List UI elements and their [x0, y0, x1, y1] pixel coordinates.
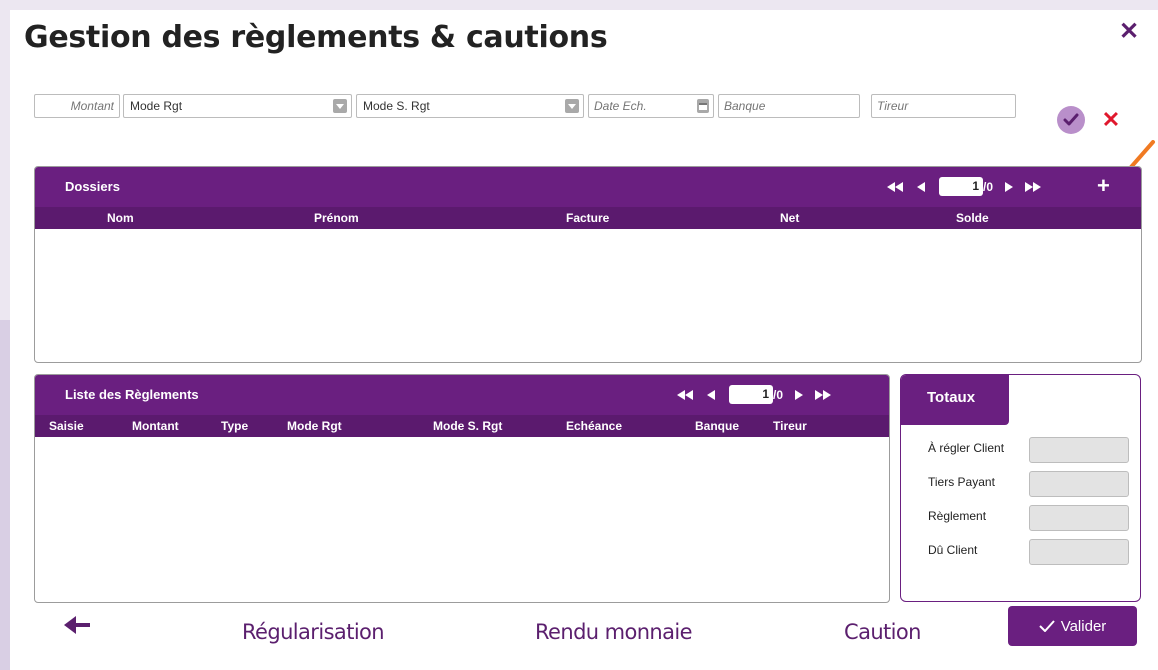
column-header[interactable]: Echéance [566, 419, 622, 433]
reglements-columns: Saisie Montant Type Mode Rgt Mode S. Rgt… [35, 415, 889, 437]
totaux-panel: Totaux À régler Client Tiers Payant Règl… [900, 374, 1141, 602]
add-dossier-button[interactable]: + [1097, 175, 1110, 197]
a-regler-client-label: À régler Client [928, 441, 1005, 455]
page-title: Gestion des règlements & cautions [24, 20, 608, 55]
regularisation-link[interactable]: Régularisation [242, 620, 385, 644]
dossiers-panel: Dossiers 1 /0 + Nom Prénom Facture Net S… [34, 166, 1142, 363]
first-page-icon[interactable] [887, 181, 903, 192]
column-header[interactable]: Facture [566, 211, 609, 225]
next-page-icon[interactable] [1005, 181, 1014, 192]
page-total: /0 [773, 387, 784, 402]
dropdown-arrow-icon[interactable] [565, 99, 579, 113]
dropdown-arrow-icon[interactable] [333, 99, 347, 113]
column-header[interactable]: Prénom [314, 211, 359, 225]
montant-input[interactable] [35, 95, 119, 117]
tiers-payant-field [1029, 471, 1129, 497]
page-number-input[interactable]: 1 [939, 177, 983, 196]
column-header[interactable]: Type [221, 419, 248, 433]
du-client-field [1029, 539, 1129, 565]
tiers-payant-label: Tiers Payant [928, 475, 995, 489]
background-decoration [0, 320, 10, 670]
check-icon [1038, 620, 1055, 632]
next-page-icon[interactable] [795, 389, 804, 400]
rendu-monnaie-link[interactable]: Rendu monnaie [535, 620, 693, 644]
close-icon[interactable]: ✕ [1117, 20, 1141, 44]
column-header[interactable]: Solde [956, 211, 989, 225]
column-header[interactable]: Nom [107, 211, 134, 225]
prev-page-icon[interactable] [917, 181, 925, 192]
du-client-label: Dû Client [928, 543, 978, 557]
last-page-icon[interactable] [1025, 181, 1042, 192]
reglements-pager: 1 /0 [677, 385, 832, 404]
column-header[interactable]: Tireur [773, 419, 807, 433]
mode-s-rgt-value: Mode S. Rgt [363, 99, 430, 113]
dossiers-columns: Nom Prénom Facture Net Solde [35, 207, 1141, 229]
last-page-icon[interactable] [815, 389, 832, 400]
tireur-input[interactable] [872, 95, 1015, 117]
confirm-filter-button[interactable] [1057, 106, 1085, 134]
prev-page-icon[interactable] [707, 389, 715, 400]
a-regler-client-field [1029, 437, 1129, 463]
dossiers-title: Dossiers [65, 179, 120, 194]
calendar-icon[interactable] [696, 99, 709, 113]
valider-button[interactable]: Valider [1008, 606, 1137, 646]
date-ech-field[interactable] [588, 94, 714, 118]
reglements-header: Liste des Règlements 1 /0 [35, 375, 889, 415]
mode-s-rgt-select[interactable]: Mode S. Rgt [356, 94, 584, 118]
back-arrow-icon[interactable] [64, 615, 92, 635]
column-header[interactable]: Saisie [49, 419, 84, 433]
dossiers-pager: 1 /0 [887, 177, 1042, 196]
mode-rgt-select[interactable]: Mode Rgt [123, 94, 352, 118]
page-number-input[interactable]: 1 [729, 385, 773, 404]
reglement-field [1029, 505, 1129, 531]
tireur-field[interactable] [871, 94, 1016, 118]
reglements-panel: Liste des Règlements 1 /0 Saisie Montant… [34, 374, 890, 603]
first-page-icon[interactable] [677, 389, 693, 400]
column-header[interactable]: Net [780, 211, 799, 225]
date-ech-input[interactable] [589, 95, 697, 117]
valider-label: Valider [1060, 617, 1107, 635]
clear-filter-button[interactable]: ✕ [1101, 106, 1121, 134]
check-icon [1063, 113, 1079, 126]
banque-field[interactable] [718, 94, 860, 118]
totaux-title: Totaux [901, 375, 1009, 425]
banque-input[interactable] [719, 95, 859, 117]
column-header[interactable]: Montant [132, 419, 179, 433]
reglements-title: Liste des Règlements [65, 387, 199, 402]
page-total: /0 [983, 179, 994, 194]
column-header[interactable]: Mode S. Rgt [433, 419, 502, 433]
column-header[interactable]: Banque [695, 419, 739, 433]
reglement-label: Règlement [928, 509, 987, 523]
montant-field[interactable] [34, 94, 120, 118]
column-header[interactable]: Mode Rgt [287, 419, 342, 433]
mode-rgt-value: Mode Rgt [130, 99, 183, 113]
dossiers-header: Dossiers 1 /0 + [35, 167, 1141, 207]
caution-link[interactable]: Caution [844, 620, 921, 644]
